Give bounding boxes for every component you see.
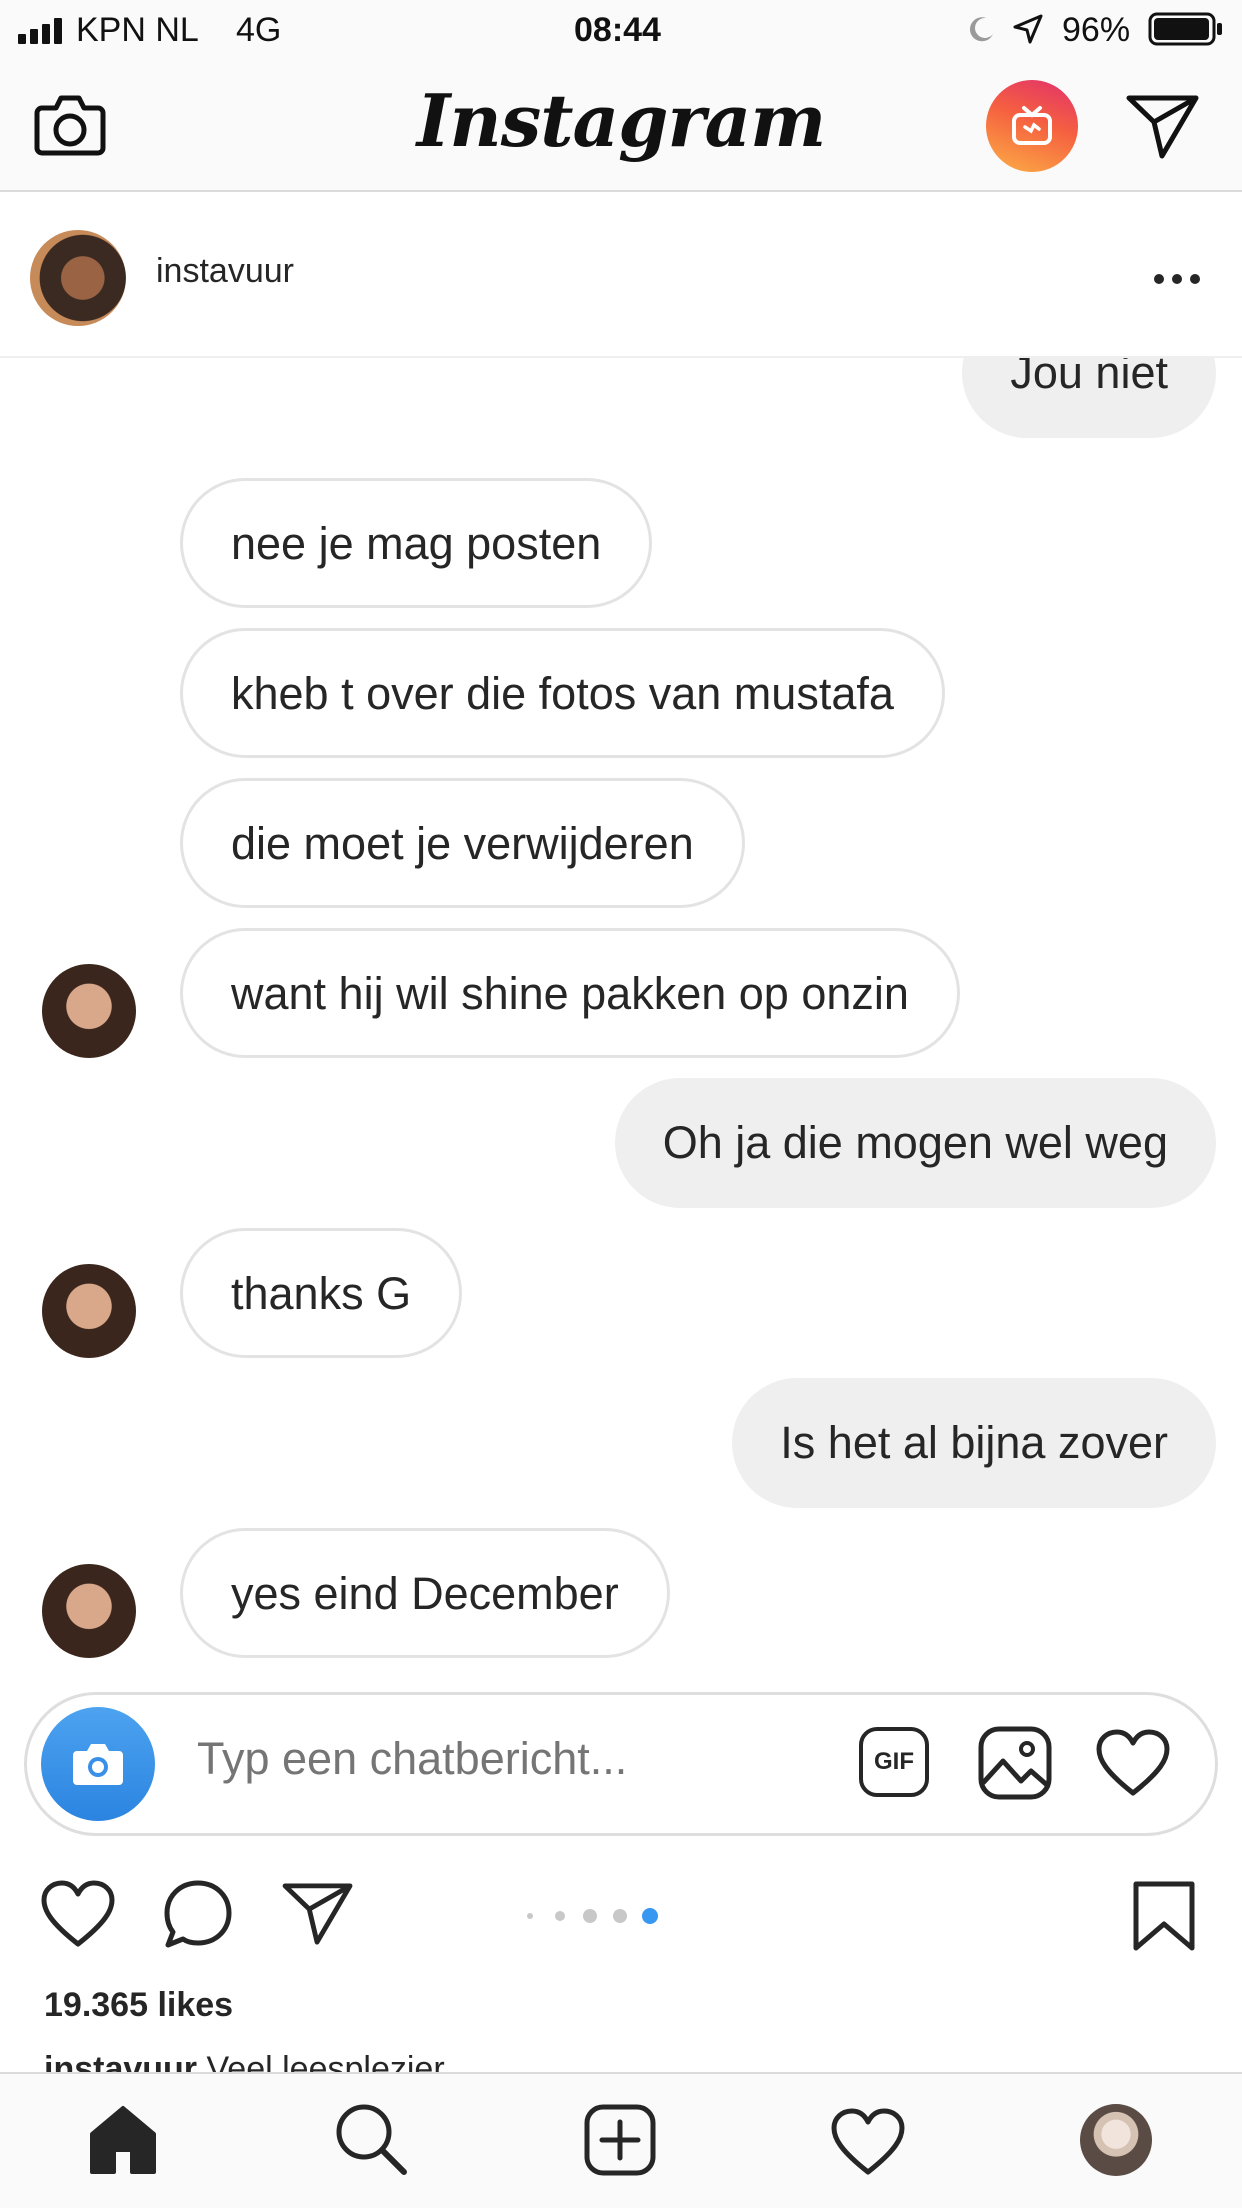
activity-heart-icon[interactable] <box>830 2108 906 2176</box>
igtv-icon[interactable] <box>986 80 1078 172</box>
composer-camera-button <box>41 1707 155 1821</box>
camera-icon <box>73 1744 123 1785</box>
status-bar: KPN NL 4G 08:44 96% <box>0 0 1242 60</box>
battery-icon <box>1148 12 1222 46</box>
message-bubble-in: die moet je verwijderen <box>180 778 745 908</box>
bottom-tab-bar <box>0 2072 1242 2208</box>
chat-avatar <box>42 1564 136 1658</box>
message-bubble-in: thanks G <box>180 1228 463 1358</box>
tv-glyph-icon <box>1012 106 1052 145</box>
gallery-icon <box>978 1726 1052 1800</box>
battery-percent: 96% <box>1062 11 1131 49</box>
likes-count[interactable]: 19.365 likes <box>44 1986 233 2025</box>
top-nav-bar: Instagram <box>0 60 1242 192</box>
message-bubble-in: want hij wil shine pakken op onzin <box>180 928 960 1058</box>
carousel-dot <box>527 1913 533 1919</box>
message-bubble-in: yes eind December <box>180 1528 670 1658</box>
chat-avatar <box>42 1264 136 1358</box>
heart-icon <box>1096 1729 1170 1796</box>
search-icon[interactable] <box>334 2102 408 2176</box>
chat-avatar <box>42 964 136 1058</box>
message-bubble-in: kheb t over die fotos van mustafa <box>180 628 945 758</box>
gif-icon: GIF <box>859 1727 929 1797</box>
post-username[interactable]: instavuur <box>156 252 294 291</box>
message-bubble-out: Is het al bijna zover <box>732 1378 1216 1508</box>
post-header: instavuur <box>0 192 1242 358</box>
add-post-icon[interactable] <box>584 2104 656 2176</box>
clock: 08:44 <box>574 11 661 49</box>
bookmark-icon[interactable] <box>1132 1880 1196 1952</box>
message-bubble-out: Oh ja die mogen wel weg <box>614 1078 1216 1208</box>
carousel-dot <box>555 1911 565 1921</box>
moon-icon <box>969 17 993 42</box>
location-arrow-icon <box>1013 14 1043 44</box>
more-dots-icon[interactable] <box>1152 272 1202 286</box>
post-avatar[interactable] <box>30 230 126 326</box>
direct-send-icon[interactable] <box>1126 94 1200 160</box>
chat-screenshot-area: Jou niet nee je mag posten kheb t over d… <box>0 358 1242 1692</box>
home-icon[interactable] <box>88 2104 158 2176</box>
carousel-indicator <box>0 1908 1242 1924</box>
carousel-dot <box>583 1909 597 1923</box>
message-bubble-in: nee je mag posten <box>180 478 653 608</box>
carousel-dot <box>613 1909 627 1923</box>
message-bubble-out: Jou niet <box>962 358 1216 438</box>
signal-icon <box>18 18 62 44</box>
message-input <box>197 1733 757 1785</box>
carrier-name: KPN NL <box>76 11 199 49</box>
message-composer: GIF <box>24 1692 1218 1836</box>
profile-avatar[interactable] <box>1080 2104 1152 2176</box>
carousel-dot-active <box>642 1908 658 1924</box>
network-type: 4G <box>236 11 282 49</box>
